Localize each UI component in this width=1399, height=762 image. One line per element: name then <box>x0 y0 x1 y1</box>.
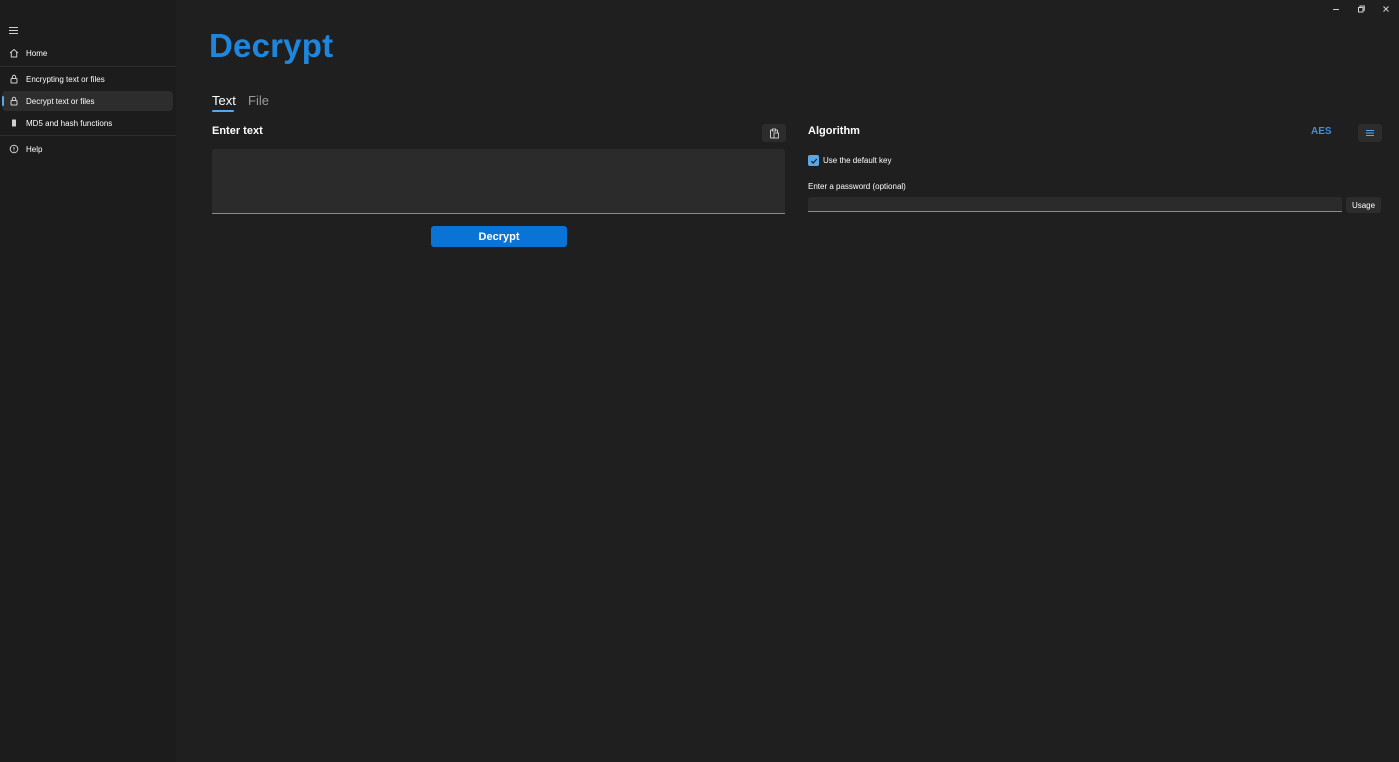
sidebar-item-hash[interactable]: MD5 and hash functions <box>2 113 173 133</box>
enter-text-heading: Enter text <box>212 125 263 137</box>
sidebar-item-decrypt[interactable]: Decrypt text or files <box>2 91 173 111</box>
ciphertext-input[interactable] <box>212 149 785 214</box>
sidebar-divider <box>0 135 176 136</box>
home-icon <box>7 46 21 60</box>
close-button[interactable] <box>1373 0 1399 17</box>
sidebar-item-label: MD5 and hash functions <box>26 118 113 128</box>
file-icon <box>7 116 21 130</box>
restore-button[interactable] <box>1348 0 1374 17</box>
lock-icon <box>7 72 21 86</box>
sidebar-divider <box>0 66 176 67</box>
algorithm-list-button[interactable] <box>1358 124 1382 142</box>
algorithm-heading: Algorithm <box>808 125 860 137</box>
sidebar-item-label: Help <box>26 144 43 154</box>
minimize-button[interactable] <box>1323 0 1349 17</box>
sidebar-item-label: Home <box>26 48 48 58</box>
sidebar-item-label: Encrypting text or files <box>26 74 105 84</box>
list-icon <box>1366 130 1374 136</box>
use-default-key-checkbox[interactable] <box>808 155 819 166</box>
sidebar: Home Encrypting text or files Decrypt te… <box>0 0 176 762</box>
lock-icon <box>7 94 21 108</box>
restore-icon <box>1358 5 1365 12</box>
sidebar-item-help[interactable]: Help <box>2 139 173 159</box>
password-label: Enter a password (optional) <box>808 182 906 191</box>
decrypt-button[interactable]: Decrypt <box>431 226 567 247</box>
help-icon <box>7 142 21 156</box>
use-default-key-label: Use the default key <box>823 156 892 165</box>
sidebar-item-home[interactable]: Home <box>2 43 173 63</box>
usage-button[interactable]: Usage <box>1346 197 1381 213</box>
page-title: Decrypt <box>209 27 334 64</box>
tab-active-indicator <box>212 110 234 112</box>
sidebar-item-encrypt[interactable]: Encrypting text or files <box>2 69 173 89</box>
algorithm-selected[interactable]: AES <box>1311 126 1332 137</box>
checkmark-icon <box>810 158 817 164</box>
minimize-icon <box>1333 8 1339 10</box>
hamburger-menu-icon[interactable] <box>6 22 22 38</box>
paste-button[interactable] <box>762 124 786 142</box>
sidebar-item-label: Decrypt text or files <box>26 96 95 106</box>
close-icon <box>1383 5 1389 12</box>
password-input[interactable] <box>808 197 1342 212</box>
tab-text[interactable]: Text <box>212 93 236 108</box>
app-window: Home Encrypting text or files Decrypt te… <box>0 0 1399 762</box>
tab-file[interactable]: File <box>248 93 269 108</box>
clipboard-paste-icon <box>769 128 779 138</box>
